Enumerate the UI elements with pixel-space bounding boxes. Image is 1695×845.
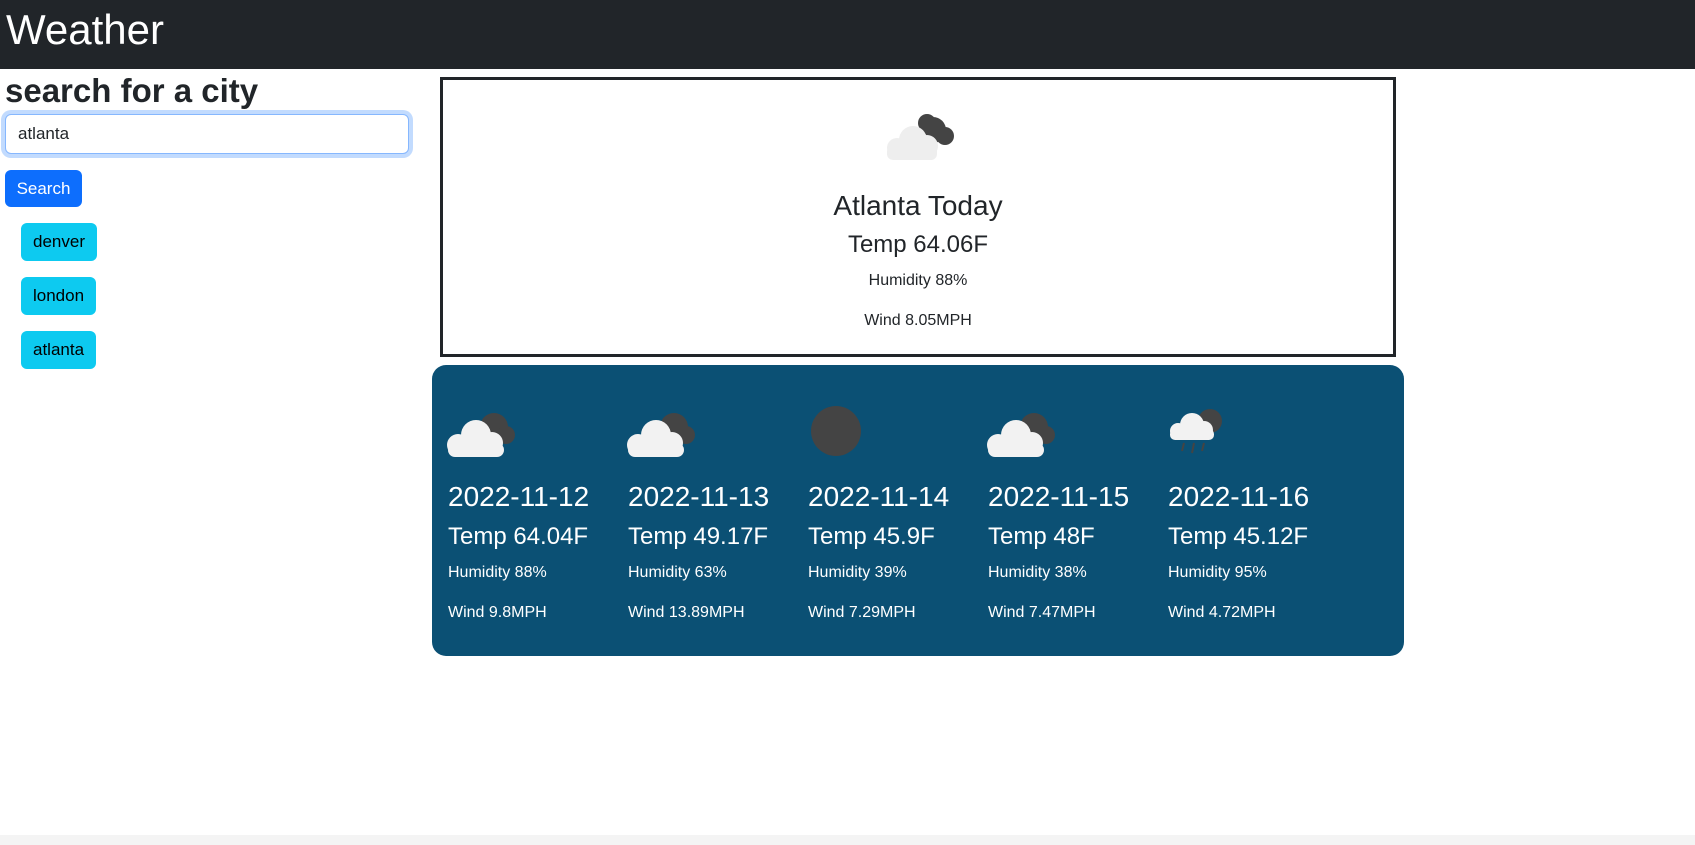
forecast-date: 2022-11-15 [988,481,1130,512]
forecast-humidity: Humidity 95% [1168,564,1267,581]
five-day-forecast: 2022-11-12 Temp 64.04F Humidity 88% Wind… [432,365,1404,656]
forecast-temp: Temp 48F [988,523,1095,550]
city-search-input[interactable] [5,114,409,154]
forecast-date: 2022-11-14 [808,481,950,512]
app-title: Weather [6,6,164,53]
clouds-icon [447,413,515,457]
history-button-london[interactable]: london [21,277,97,315]
sidebar: search for a city Search denver london a… [0,69,420,469]
clouds-icon [627,413,695,457]
current-wind: Wind 8.05MPH [864,312,972,329]
search-heading: search for a city [5,72,259,109]
current-humidity: Humidity 88% [868,272,968,289]
history-button-atlanta[interactable]: atlanta [21,331,97,369]
forecast-wind: Wind 4.72MPH [1168,604,1276,621]
rain-icon [1170,409,1222,454]
forecast-temp: Temp 45.9F [808,523,935,550]
forecast-humidity: Humidity 88% [448,564,547,581]
forecast-humidity: Humidity 63% [628,564,727,581]
forecast-date: 2022-11-13 [628,481,770,512]
forecast-wind: Wind 13.89MPH [628,604,745,621]
navbar: Weather [0,0,1695,69]
forecast-date: 2022-11-16 [1168,481,1310,512]
clear-night-icon [811,406,861,456]
forecast-temp: Temp 49.17F [628,523,769,550]
forecast-day: 2022-11-16 Temp 45.12F Humidity 95% Wind… [1152,365,1322,656]
clouds-icon [987,413,1055,457]
search-button[interactable]: Search [5,170,82,207]
forecast-wind: Wind 9.8MPH [448,604,547,621]
page-bottom-edge [0,835,1695,845]
current-temp: Temp 64.06F [847,231,989,258]
forecast-day: 2022-11-14 Temp 45.9F Humidity 39% Wind … [792,365,962,656]
forecast-day: 2022-11-12 Temp 64.04F Humidity 88% Wind… [432,365,602,656]
forecast-day: 2022-11-15 Temp 48F Humidity 38% Wind 7.… [972,365,1142,656]
forecast-wind: Wind 7.29MPH [808,604,916,621]
clouds-icon [887,114,954,160]
history-button-denver[interactable]: denver [21,223,97,261]
current-city-title: Atlanta Today [833,190,1003,221]
forecast-wind: Wind 7.47MPH [988,604,1096,621]
forecast-date: 2022-11-12 [448,481,590,512]
current-weather-card: Atlanta Today Temp 64.06F Humidity 88% W… [440,77,1396,357]
forecast-humidity: Humidity 39% [808,564,907,581]
forecast-temp: Temp 45.12F [1168,523,1309,550]
forecast-temp: Temp 64.04F [448,523,589,550]
forecast-day: 2022-11-13 Temp 49.17F Humidity 63% Wind… [612,365,782,656]
forecast-humidity: Humidity 38% [988,564,1087,581]
